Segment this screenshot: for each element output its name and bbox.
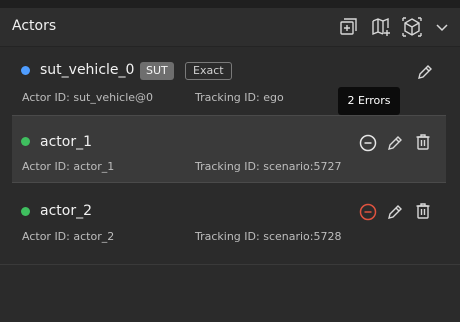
sut-badge: SUT — [140, 62, 174, 80]
tracking-id-label: Tracking ID: ego — [195, 91, 284, 104]
list-divider — [0, 264, 460, 265]
remove-circle-icon[interactable] — [358, 133, 378, 153]
edit-icon[interactable] — [385, 133, 405, 153]
actor-name: actor_1 — [40, 134, 92, 150]
trash-icon[interactable] — [413, 201, 433, 221]
actor-id-label: Actor ID: sut_vehicle@0 — [22, 91, 154, 104]
edit-icon[interactable] — [385, 202, 405, 222]
actor-name: sut_vehicle_0 — [40, 62, 135, 78]
actor-id-label: Actor ID: actor_2 — [22, 230, 115, 243]
top-strip — [0, 0, 460, 8]
cube-view-icon[interactable] — [401, 16, 423, 38]
error-remove-circle-icon[interactable] — [358, 202, 378, 222]
tracking-id-label: Tracking ID: scenario:5728 — [195, 230, 342, 243]
error-count-tooltip: 2 Errors — [338, 87, 400, 115]
status-dot — [21, 137, 30, 146]
panel-title: Actors — [12, 18, 57, 34]
tracking-id-label: Tracking ID: scenario:5727 — [195, 160, 342, 173]
actors-panel-header: Actors — [0, 8, 460, 47]
add-actor-icon[interactable] — [337, 16, 359, 38]
actor-card-actor-2[interactable]: actor_2 Actor ID: actor_2 Tracking ID: s… — [0, 185, 460, 263]
chevron-down-icon[interactable] — [431, 16, 453, 38]
exact-badge: Exact — [185, 62, 232, 80]
map-add-icon[interactable] — [370, 16, 392, 38]
edit-icon[interactable] — [415, 62, 435, 82]
actor-id-label: Actor ID: actor_1 — [22, 160, 115, 173]
trash-icon[interactable] — [413, 132, 433, 152]
actor-name: actor_2 — [40, 203, 92, 219]
status-dot — [21, 207, 30, 216]
actor-card-actor-1[interactable]: actor_1 Actor ID: actor_1 Tracking ID: s… — [12, 115, 446, 183]
status-dot — [21, 66, 30, 75]
